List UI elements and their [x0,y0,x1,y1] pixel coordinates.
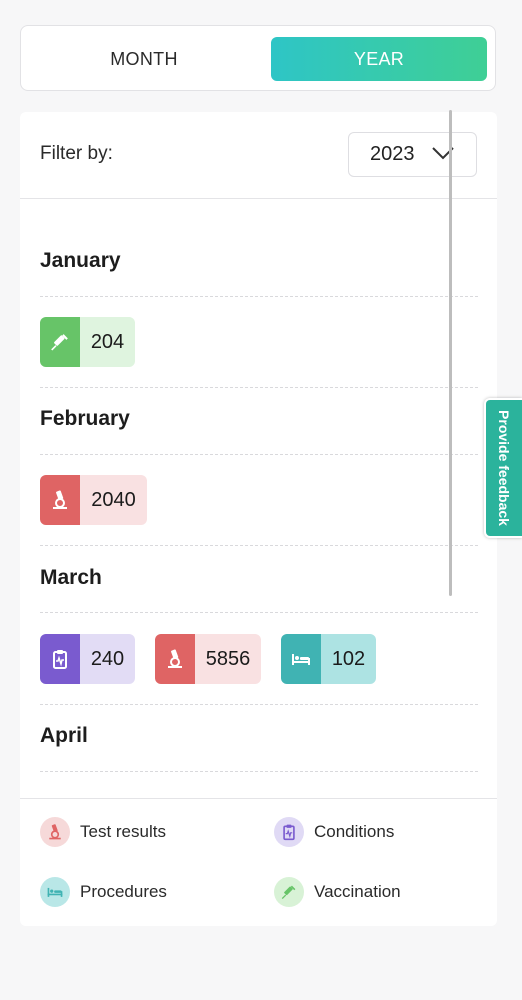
legend-label: Conditions [314,822,395,841]
year-tab[interactable]: YEAR [271,37,487,81]
divider [40,387,478,388]
microscope-icon [40,475,80,525]
legend-procedures: Procedures [40,877,167,907]
provide-feedback-button[interactable]: Provide feedback [484,398,522,538]
clipboard-pulse-icon [40,634,80,684]
divider [40,612,478,613]
syringe-icon [274,877,304,907]
legend-label: Procedures [80,882,167,901]
year-select[interactable]: 2023 [348,132,477,177]
legend-test-results: Test results [40,817,166,847]
month-title-april: April [40,724,88,747]
divider [40,704,478,705]
provide-feedback-label: Provide feedback [496,410,512,526]
legend-label: Test results [80,822,166,841]
chip-value: 240 [80,634,135,684]
filter-label: Filter by: [40,143,113,164]
chip-value: 102 [321,634,376,684]
chip-value: 2040 [80,475,147,525]
chip-value: 5856 [195,634,261,684]
hospital-bed-icon [281,634,321,684]
year-select-value: 2023 [370,143,415,165]
divider [40,545,478,546]
syringe-icon [40,317,80,367]
clipboard-pulse-icon [274,817,304,847]
chip-test-results[interactable]: 5856 [155,634,261,684]
period-toggle: MONTH YEAR [20,25,496,91]
month-title-march: March [40,566,102,589]
month-list[interactable]: January 204 February 2040 March 240 5856… [20,199,497,797]
timeline-card: Filter by: 2023 January 204 February 204… [20,112,497,926]
microscope-icon [40,817,70,847]
hospital-bed-icon [40,877,70,907]
divider [40,771,478,772]
chip-vaccination[interactable]: 204 [40,317,135,367]
microscope-icon [155,634,195,684]
filter-row: Filter by: 2023 [20,112,497,199]
chip-value: 204 [80,317,135,367]
chip-conditions[interactable]: 240 [40,634,135,684]
scrollbar[interactable] [449,110,452,596]
chip-test-results[interactable]: 2040 [40,475,147,525]
legend-vaccination: Vaccination [274,877,401,907]
chip-procedures[interactable]: 102 [281,634,376,684]
month-title-february: February [40,407,130,430]
legend-label: Vaccination [314,882,401,901]
legend-conditions: Conditions [274,817,394,847]
divider [40,454,478,455]
page: MONTH YEAR Filter by: 2023 January 204 F… [0,0,522,1000]
month-tab[interactable]: MONTH [36,37,252,81]
month-title-january: January [40,249,121,272]
legend: Test results Conditions Procedures Vacci… [20,798,497,926]
divider [40,296,478,297]
